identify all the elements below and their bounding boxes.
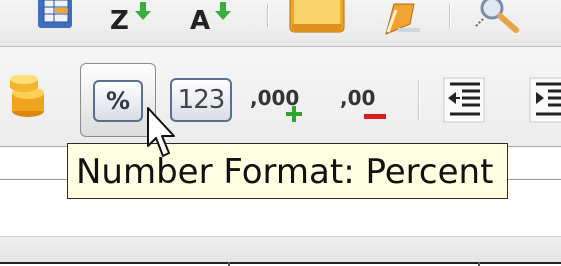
sort-ascending-label: Z	[110, 6, 129, 36]
standard-toolbar: Z A	[0, 0, 561, 46]
sort-ascending-icon	[135, 2, 151, 20]
chart-icon[interactable]	[288, 0, 348, 40]
delete-decimal-button[interactable]: ,00	[338, 80, 394, 124]
sort-descending-button[interactable]: A	[190, 0, 240, 40]
column-header-strip	[0, 236, 561, 263]
delete-decimal-label: ,00	[340, 86, 376, 110]
tooltip-text: Number Format: Percent	[76, 152, 494, 192]
tooltip: Number Format: Percent	[67, 143, 508, 199]
percent-label: %	[105, 87, 131, 115]
column-divider	[478, 262, 480, 266]
delete-decimal-icon	[364, 114, 386, 119]
draw-icon[interactable]	[380, 0, 426, 40]
sort-descending-icon	[215, 2, 231, 20]
currency-icon	[10, 74, 44, 117]
standard-format-label: 123	[177, 85, 226, 115]
decrease-indent-icon	[443, 77, 485, 123]
sort-ascending-button[interactable]: Z	[110, 0, 160, 40]
sort-descending-label: A	[190, 6, 211, 36]
toolbar-separator	[267, 4, 268, 28]
column-header-border	[0, 262, 561, 264]
toolbar-separator	[449, 4, 450, 28]
add-decimal-button[interactable]: ,000	[248, 80, 316, 124]
toolbar-separator	[418, 80, 419, 120]
percent-button[interactable]: %	[80, 63, 156, 137]
decrease-indent-button[interactable]	[442, 76, 486, 126]
increase-indent-button[interactable]	[528, 76, 561, 126]
currency-button[interactable]	[0, 74, 48, 123]
increase-indent-icon	[529, 77, 561, 123]
find-icon[interactable]	[474, 0, 534, 40]
mouse-cursor-icon	[147, 107, 175, 157]
add-decimal-icon	[286, 106, 302, 122]
table-icon[interactable]	[38, 0, 78, 34]
percent-icon: %	[93, 80, 143, 122]
column-divider	[228, 262, 230, 266]
